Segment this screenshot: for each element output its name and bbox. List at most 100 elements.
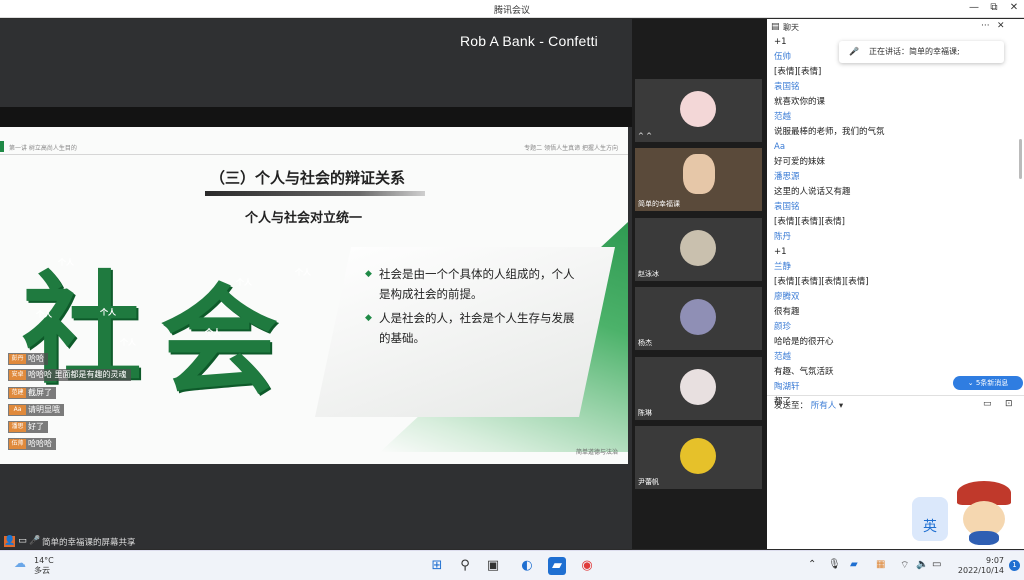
avatar: [680, 230, 716, 266]
share-label: 简单的幸福课的屏幕共享: [42, 538, 136, 548]
ren-word: 个人: [58, 258, 74, 267]
chat-text: 哈哈是的很开心: [774, 337, 834, 347]
ime-widget[interactable]: 英: [912, 497, 948, 541]
video-tile[interactable]: ^ ^: [635, 79, 762, 142]
chat-input-divider: [767, 395, 1024, 396]
chat-sender[interactable]: 廖腾双: [774, 290, 1014, 305]
meeting-app-icon[interactable]: ▰: [548, 557, 566, 575]
ren-word: 个人: [295, 268, 311, 277]
wifi-icon[interactable]: ⌔: [900, 559, 909, 572]
chat-sender[interactable]: 颜珍: [774, 320, 1014, 335]
chat-sender[interactable]: 范越: [774, 110, 1014, 125]
chat-icon: ▤: [771, 22, 780, 32]
video-tile[interactable]: 陈琳: [635, 357, 762, 420]
avatar: [680, 299, 716, 335]
more-icon[interactable]: ···: [981, 21, 990, 31]
chat-text: [表情][表情][表情][表情]: [774, 277, 869, 287]
mascot-icon: [949, 481, 1019, 545]
chat-text: 就喜欢你的课: [774, 97, 826, 107]
netease-icon[interactable]: ◉: [578, 557, 596, 575]
search-icon[interactable]: ⚲: [456, 557, 474, 575]
ren-word: 个人: [205, 328, 221, 337]
danmu-comment: 范建 截屏了: [8, 387, 56, 399]
title-bar: 腾讯会议 — ⧉ ✕: [0, 0, 1024, 18]
chat-sender[interactable]: 潘思源: [774, 170, 1014, 185]
diamond-icon: ◆: [365, 269, 372, 279]
ren-word: 个人: [120, 338, 136, 347]
clock-time: 9:07: [986, 556, 1004, 565]
browser-icon[interactable]: ◐: [518, 557, 536, 575]
notification-icon[interactable]: 1: [1009, 560, 1020, 571]
bullet-list: ◆ 社会是由一个个具体的人组成的，个人是构成社会的前提。 ◆ 人是社会的人，社会是个…: [365, 264, 575, 352]
video-column: ^ ^ 简单的幸福课 赵泳冰 杨杰 陈琳 尹蕾帆: [632, 19, 767, 549]
slide-header-left: 第一讲 树立高尚人生目的: [9, 145, 77, 152]
avatar: [683, 154, 715, 194]
weather-widget[interactable]: ☁ 14°C 多云: [14, 556, 54, 576]
chat-panel: ▤ 聊天 ··· ✕ +1 伍帅 [表情][表情] 袁国铭 就喜欢你的课 范越 …: [767, 19, 1024, 549]
chat-sender[interactable]: 袁国铭: [774, 80, 1014, 95]
mic-icon: 🎤: [849, 47, 859, 56]
mic-icon[interactable]: 🎙: [828, 559, 841, 570]
video-tile[interactable]: 赵泳冰: [635, 218, 762, 281]
maximize-icon[interactable]: ⧉: [986, 2, 1002, 16]
presentation-slide: 第一讲 树立高尚人生目的 专题二 领悟人生真谛 把握人生方向 （三）个人与社会的…: [0, 127, 628, 464]
close-chat-icon[interactable]: ✕: [997, 21, 1005, 31]
battery-icon[interactable]: ▭: [932, 559, 941, 570]
mic-icon[interactable]: 🎤: [29, 536, 40, 547]
chat-messages: +1 伍帅 [表情][表情] 袁国铭 就喜欢你的课 范越 说服最棒的老师，我们的…: [774, 35, 1014, 410]
windows-start-icon[interactable]: ⊞: [428, 557, 446, 575]
clock-date: 2022/10/14: [957, 566, 1004, 575]
diamond-icon: ◆: [365, 313, 372, 323]
avatar: [680, 369, 716, 405]
folder-icon[interactable]: ▭: [983, 399, 992, 409]
chevron-down-icon: ⌄: [967, 379, 976, 387]
danmu-comment: 潘思雨 好了: [8, 421, 48, 440]
volume-icon[interactable]: 🔈: [916, 559, 928, 570]
chat-sender[interactable]: Aa: [774, 140, 1014, 155]
clock[interactable]: 9:07 2022/10/14: [958, 556, 1004, 576]
slide-footer: 简单道德与法治: [575, 449, 618, 456]
slide-top-band: [0, 107, 632, 127]
user-icon[interactable]: 👤: [4, 536, 15, 547]
task-view-icon[interactable]: ▣: [484, 557, 502, 575]
chat-text: [表情][表情]: [774, 67, 822, 77]
chat-sender[interactable]: 陈丹: [774, 230, 1014, 245]
close-icon[interactable]: ✕: [1006, 2, 1022, 16]
chat-text: +1: [774, 247, 787, 257]
cloud-icon: ☁: [14, 556, 26, 570]
chat-text: [表情][表情][表情]: [774, 217, 845, 227]
chevron-up-icon[interactable]: ⌃: [808, 559, 816, 570]
video-tile[interactable]: 杨杰: [635, 287, 762, 350]
video-tile[interactable]: 尹蕾帆: [635, 426, 762, 489]
slide-subtitle: 个人与社会对立统一: [245, 211, 363, 226]
new-messages-button[interactable]: ⌄ 5条新消息: [953, 376, 1023, 390]
speaking-indicator: 🎤 正在讲话：简单的幸福课;: [839, 41, 1004, 63]
minimize-icon[interactable]: —: [966, 2, 982, 16]
chat-sender[interactable]: 范越: [774, 350, 1014, 365]
danmu-comment: 安卓 哈哈哈 里面都是有趣的灵魂: [8, 369, 131, 381]
video-tile[interactable]: 简单的幸福课: [635, 148, 762, 211]
participant-name: 尹蕾帆: [638, 478, 659, 486]
avatar: [680, 438, 716, 474]
share-status-bar: 👤 ▭ 🎤 简单的幸福课的屏幕共享: [0, 535, 200, 549]
chat-scrollbar[interactable]: [1019, 139, 1022, 179]
screen-share-icon[interactable]: ▭: [17, 536, 28, 547]
chat-text: 说服最棒的老师，我们的气氛: [774, 127, 885, 137]
danmu-comment: 彭丹 哈哈: [8, 353, 48, 365]
bullet-item: ◆ 社会是由一个个具体的人组成的，个人是构成社会的前提。: [365, 264, 575, 304]
meeting-tray-icon[interactable]: ▰: [850, 559, 858, 570]
chat-sender[interactable]: 兰静: [774, 260, 1014, 275]
slide-header-mark: [0, 141, 4, 152]
send-to-selector[interactable]: 发送至： 所有人 ▾: [774, 399, 843, 411]
ren-word: 个人: [236, 278, 252, 287]
avatar: [680, 91, 716, 127]
screenshot-icon[interactable]: ⊡: [1005, 399, 1013, 409]
slide-header-right: 专题二 领悟人生真谛 把握人生方向: [524, 145, 618, 152]
chat-sender[interactable]: 袁国铭: [774, 200, 1014, 215]
slide-header-divider: [0, 154, 628, 155]
participant-name: ^ ^: [638, 132, 652, 140]
participant-name: 陈琳: [638, 409, 652, 417]
participant-name: 赵泳冰: [638, 270, 659, 278]
danmu-comment: 伍帅 哈哈哈: [8, 438, 56, 450]
ime-tray-icon[interactable]: ▦: [876, 559, 885, 570]
